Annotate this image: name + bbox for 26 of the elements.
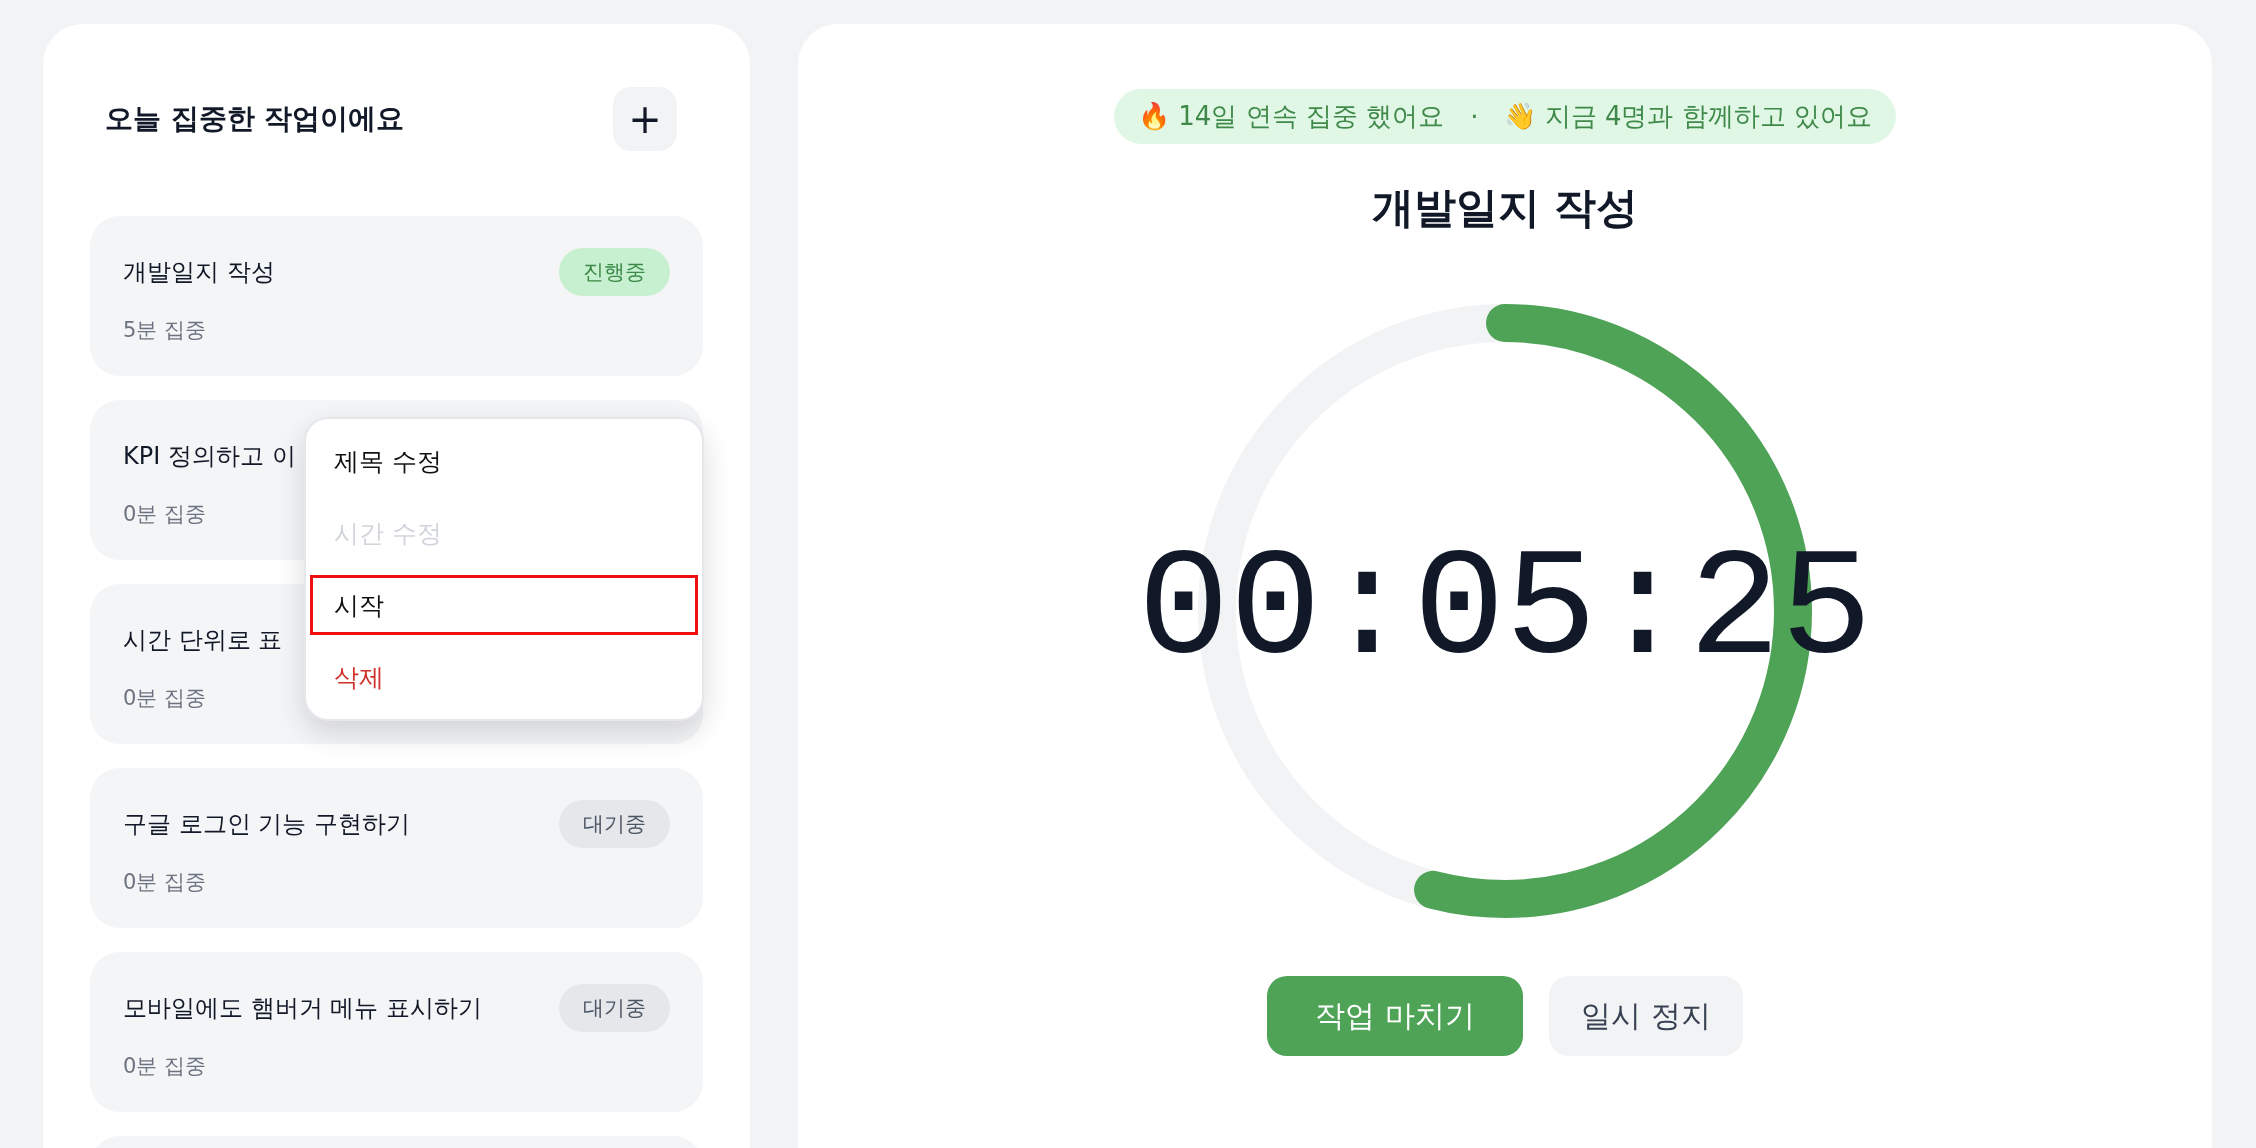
task-title: KPI 정의하고 이: [123, 441, 296, 472]
task-title: 구글 로그인 기능 구현하기: [123, 809, 410, 840]
banner-text: 👋 지금 4명과 함께하고 있어요: [1504, 100, 1872, 133]
focus-time: 0분 집중: [123, 685, 208, 712]
task-heading: 개발일지 작성: [1371, 182, 1639, 234]
pause-button[interactable]: 일시 정지: [1549, 976, 1743, 1056]
menu-item[interactable]: 제목 수정: [310, 431, 698, 491]
task-card[interactable]: 구글 로그인 기능 구현하기 대기중 0분 집중: [90, 768, 703, 928]
menu-item[interactable]: 시작: [310, 575, 698, 635]
task-title: 모바일에도 햄버거 메뉴 표시하기: [123, 993, 482, 1024]
focus-time: 0분 집중: [123, 501, 208, 528]
menu-item[interactable]: 삭제: [310, 647, 698, 707]
status-badge: 진행중: [559, 248, 670, 296]
status-badge: 대기중: [559, 984, 670, 1032]
task-title: 시간 단위로 표: [123, 625, 283, 656]
task-card[interactable]: 개발일지 작성 진행중 5분 집중: [90, 216, 703, 376]
add-task-button[interactable]: +: [613, 86, 677, 151]
task-title: 개발일지 작성: [123, 257, 275, 288]
banner-text: 🔥 14일 연속 집중 했어요: [1138, 100, 1445, 133]
status-badge: 대기중: [559, 800, 670, 848]
banner-text: ·: [1470, 101, 1479, 132]
task-card[interactable]: 모바일에도 햄버거 메뉴 표시하기 대기중 0분 집중: [90, 952, 703, 1112]
focus-time: 5분 집중: [123, 317, 208, 344]
focus-time: 0분 집중: [123, 1053, 208, 1080]
panel-title: 오늘 집중한 작업이에요: [105, 100, 405, 137]
focus-time: 0분 집중: [123, 869, 208, 896]
